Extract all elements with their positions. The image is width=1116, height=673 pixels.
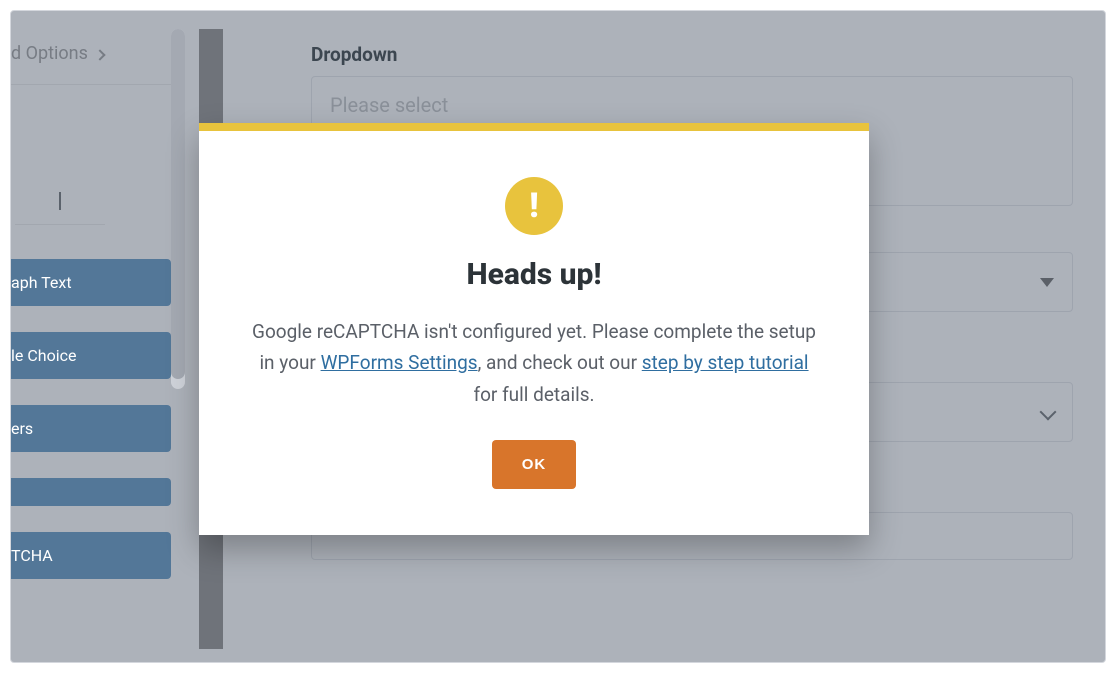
sidebar-item-numbers[interactable]: ers [10, 405, 171, 452]
modal-body: Google reCAPTCHA isn't configured yet. P… [247, 316, 821, 410]
sidebar-item-paragraph-text[interactable]: aph Text [10, 259, 171, 306]
alert-modal: ! Heads up! Google reCAPTCHA isn't confi… [199, 123, 869, 535]
sidebar-options-label: d Options [11, 43, 88, 64]
chevron-down-icon [1040, 404, 1057, 421]
dropdown-label: Dropdown [311, 43, 1089, 66]
chevron-right-icon [94, 49, 105, 60]
modal-text-3: for full details. [473, 383, 594, 406]
modal-text-2: , and check out our [478, 351, 642, 374]
sidebar-options-link[interactable]: d Options [10, 31, 171, 85]
sidebar-item-recaptcha[interactable]: TCHA [10, 532, 171, 579]
sidebar-scrollbar[interactable] [171, 29, 185, 389]
scrollbar-thumb[interactable] [171, 29, 185, 379]
tutorial-link[interactable]: step by step tutorial [642, 351, 809, 374]
sidebar-item-label: le Choice [11, 346, 76, 365]
sidebar-item-unknown[interactable] [10, 478, 171, 506]
sidebar-item-label: TCHA [11, 546, 53, 565]
exclamation-icon: ! [505, 177, 563, 235]
sidebar: d Options aph Text le Choice ers [10, 31, 171, 579]
sidebar-collapse-toggle[interactable] [15, 176, 105, 225]
sidebar-item-multiple-choice[interactable]: le Choice [10, 332, 171, 379]
caret-down-icon [1040, 278, 1054, 287]
dropdown-placeholder: Please select [330, 93, 448, 117]
sidebar-item-label: ers [11, 419, 33, 438]
wpforms-settings-link[interactable]: WPForms Settings [321, 351, 478, 374]
ok-button[interactable]: OK [492, 440, 577, 489]
chevron-down-icon [59, 192, 61, 210]
app-frame: d Options aph Text le Choice ers [10, 10, 1106, 663]
modal-title: Heads up! [247, 257, 821, 292]
sidebar-item-label: aph Text [11, 273, 72, 292]
